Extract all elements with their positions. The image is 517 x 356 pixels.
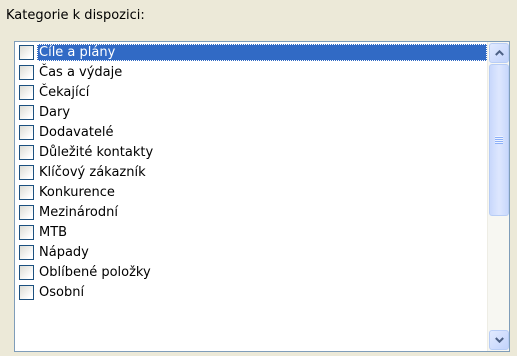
category-item[interactable]: Mezinárodní [15,202,487,222]
categories-panel: Kategorie k dispozici: Cíle a plány Čas … [0,0,517,356]
category-checkbox[interactable] [19,64,34,80]
category-checkbox[interactable] [19,204,34,220]
scrollbar-thumb[interactable] [489,64,509,216]
category-label: Oblíbené položky [39,264,151,280]
category-label: MTB [39,224,68,240]
categories-list: Cíle a plány Čas a výdaje Čekající Dary … [15,42,487,302]
available-categories-label: Kategorie k dispozici: [6,8,145,23]
category-item[interactable]: Nápady [15,242,487,262]
category-label: Osobní [39,284,85,300]
category-label: Dary [39,104,71,120]
vertical-scrollbar[interactable] [487,42,509,351]
category-checkbox[interactable] [19,124,34,140]
category-label: Dodavatelé [39,124,114,140]
category-item[interactable]: Klíčový zákazník [15,162,487,182]
category-checkbox[interactable] [19,104,34,120]
category-checkbox[interactable] [19,224,34,240]
category-item[interactable]: Čas a výdaje [15,62,487,82]
category-item[interactable]: Čekající [15,82,487,102]
category-checkbox[interactable] [19,184,34,200]
category-label: Klíčový zákazník [39,164,146,180]
category-label: Nápady [39,244,89,260]
category-checkbox[interactable] [19,244,34,260]
category-label: Konkurence [39,184,115,200]
category-checkbox[interactable] [19,264,34,280]
category-item[interactable]: Dary [15,102,487,122]
scroll-down-button[interactable] [489,330,509,350]
category-item[interactable]: Cíle a plány [15,42,487,62]
thumb-grip [495,136,503,144]
category-item[interactable]: Dodavatelé [15,122,487,142]
scroll-up-button[interactable] [489,43,509,63]
chevron-down-icon [494,337,504,343]
category-checkbox[interactable] [19,84,34,100]
category-checkbox[interactable] [19,164,34,180]
category-checkbox[interactable] [19,284,34,300]
category-label: Čas a výdaje [39,64,123,80]
category-item[interactable]: Osobní [15,282,487,302]
categories-listbox[interactable]: Cíle a plány Čas a výdaje Čekající Dary … [14,41,510,352]
category-item[interactable]: Konkurence [15,182,487,202]
chevron-up-icon [494,50,504,56]
category-item[interactable]: MTB [15,222,487,242]
category-label: Důležité kontakty [39,144,154,160]
category-label: Cíle a plány [37,43,487,61]
category-item[interactable]: Důležité kontakty [15,142,487,162]
category-item[interactable]: Oblíbené položky [15,262,487,282]
category-label: Čekající [39,84,90,100]
category-checkbox[interactable] [19,144,34,160]
category-label: Mezinárodní [39,204,118,220]
category-checkbox[interactable] [19,44,34,60]
